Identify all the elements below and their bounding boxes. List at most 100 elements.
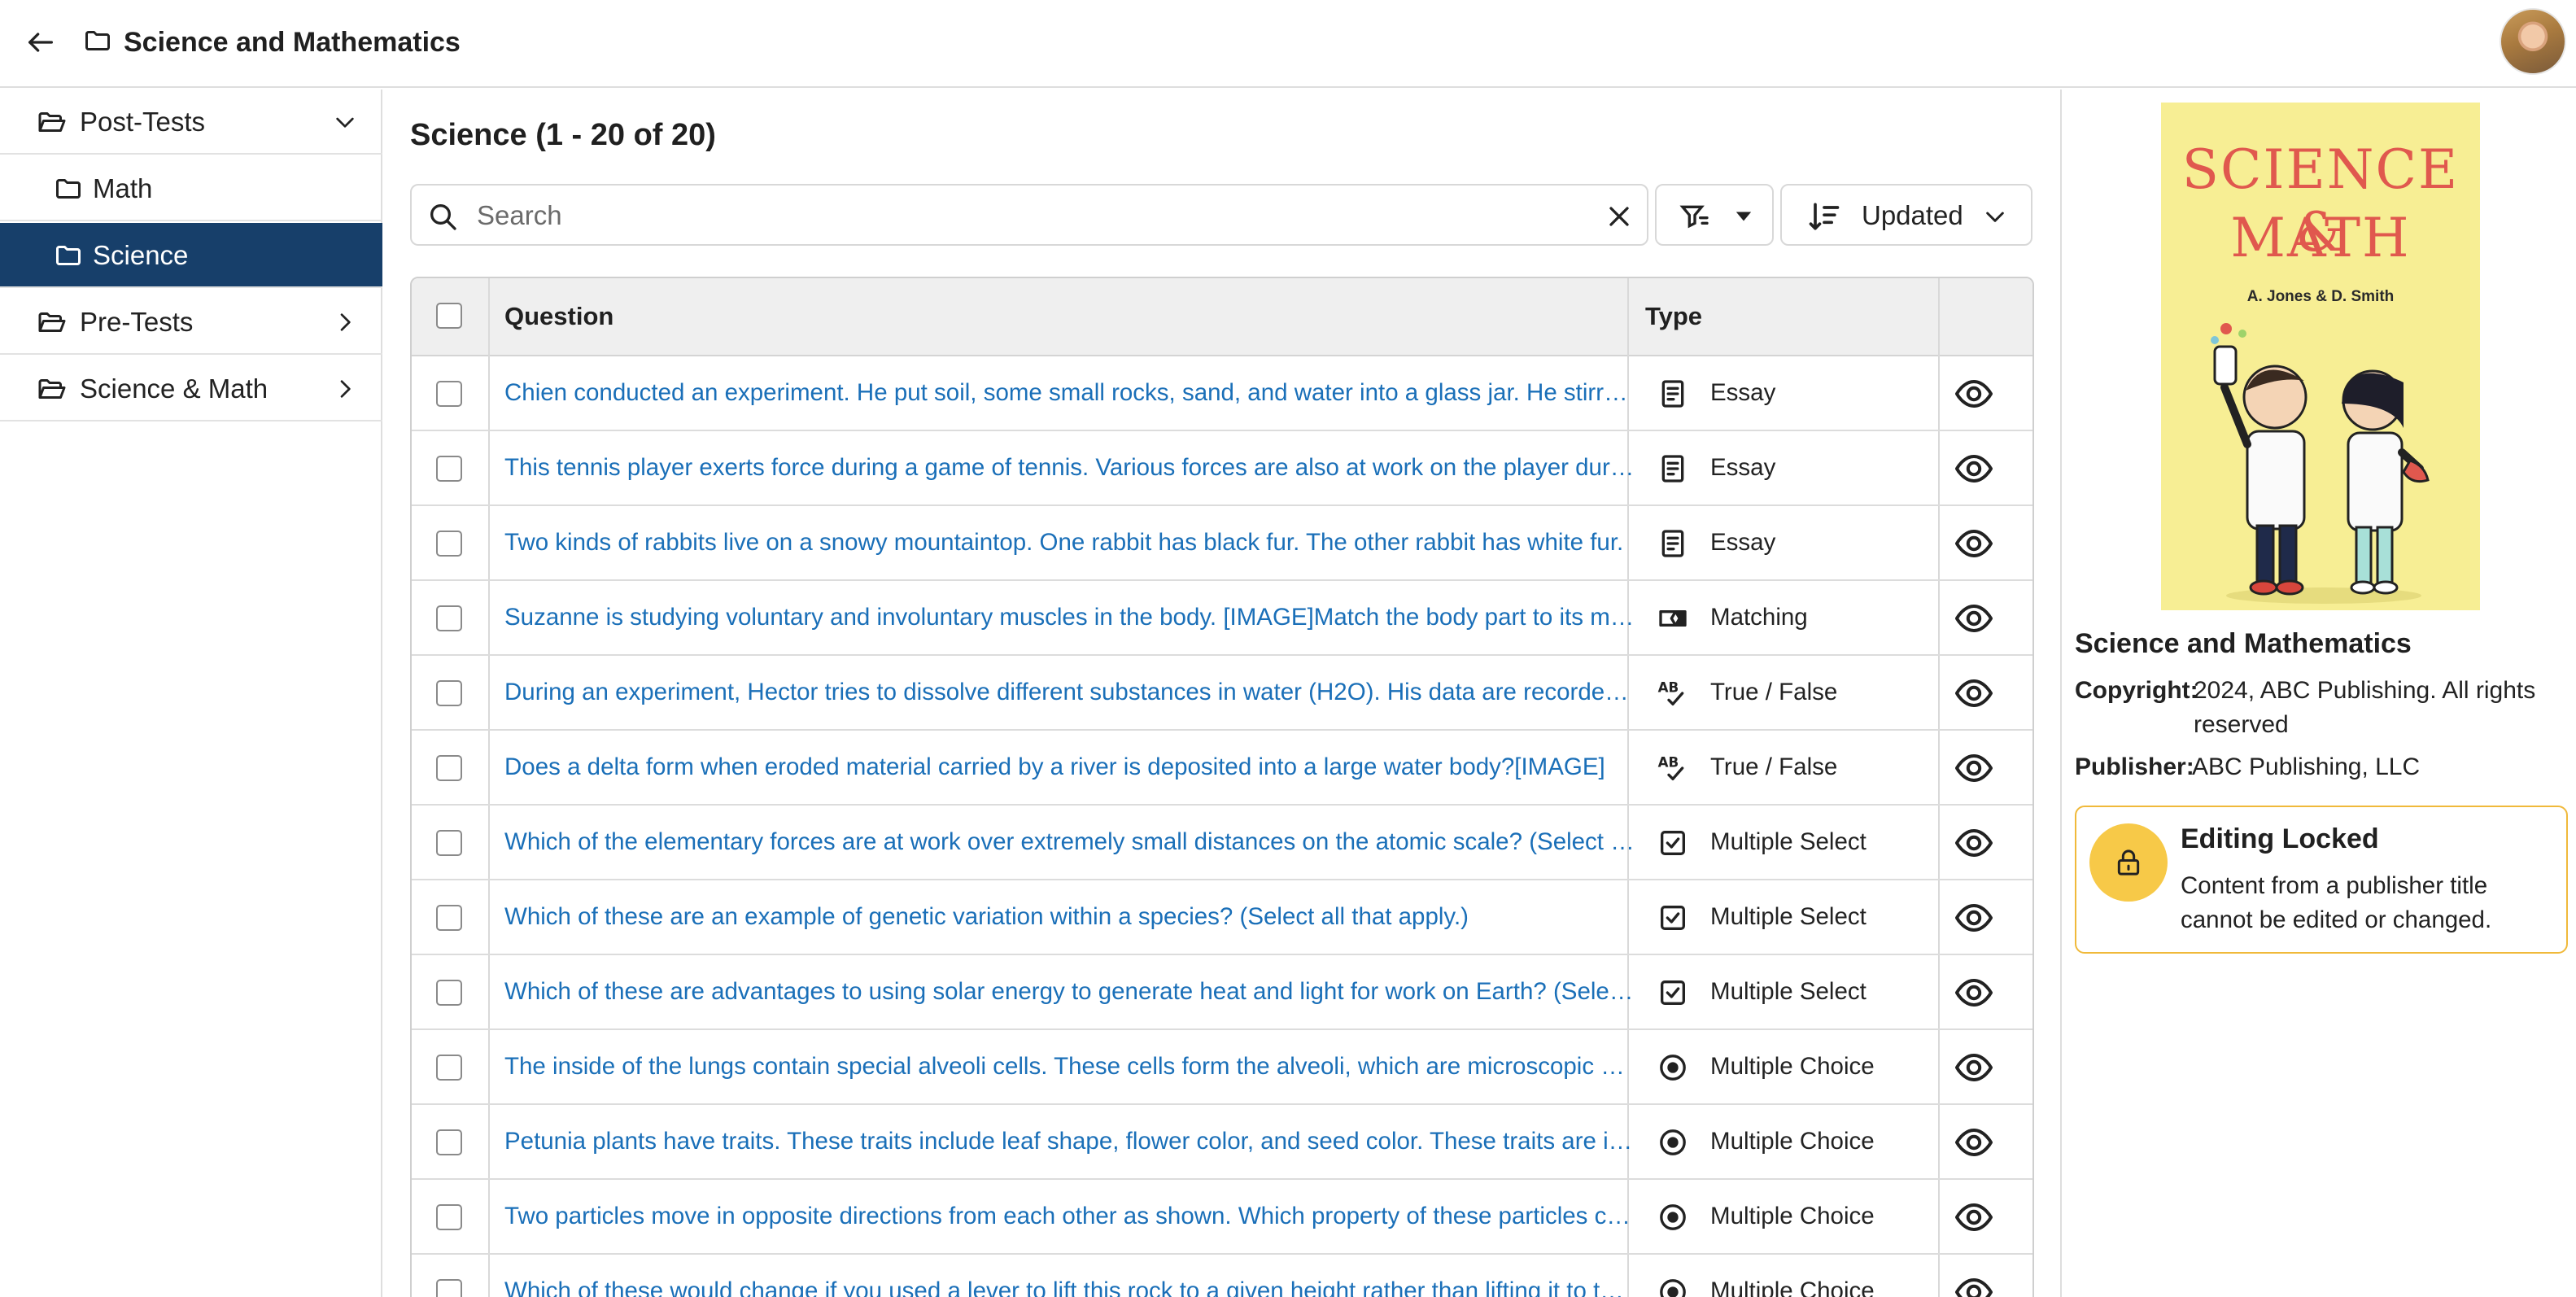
preview-eye-icon[interactable]	[1954, 1125, 1993, 1160]
table-row[interactable]: Two kinds of rabbits live on a snowy mou…	[412, 506, 2032, 581]
question-type: Essay	[1710, 379, 1776, 406]
table-row[interactable]: Chien conducted an experiment. He put so…	[412, 356, 2032, 431]
table-row[interactable]: During an experiment, Hector tries to di…	[412, 656, 2032, 731]
question-link[interactable]: Petunia plants have traits. These traits…	[504, 1121, 1635, 1162]
preview-eye-icon[interactable]	[1954, 750, 1993, 786]
table-row[interactable]: The inside of the lungs contain special …	[412, 1030, 2032, 1105]
question-link[interactable]: This tennis player exerts force during a…	[504, 448, 1635, 488]
svg-text:AB: AB	[1658, 754, 1679, 770]
question-link[interactable]: The inside of the lungs contain special …	[504, 1046, 1635, 1087]
preview-eye-icon[interactable]	[1954, 975, 1993, 1011]
question-link[interactable]: Chien conducted an experiment. He put so…	[504, 373, 1635, 413]
question-type: True / False	[1710, 753, 1838, 780]
question-link[interactable]: Does a delta form when eroded material c…	[504, 747, 1635, 788]
row-checkbox[interactable]	[436, 531, 462, 557]
back-button[interactable]	[20, 21, 62, 63]
row-checkbox[interactable]	[436, 905, 462, 931]
row-checkbox[interactable]	[436, 755, 462, 781]
arrow-left-icon	[28, 33, 53, 52]
table-row[interactable]: Two particles move in opposite direction…	[412, 1180, 2032, 1255]
close-icon[interactable]	[1603, 200, 1635, 233]
question-type: Multiple Choice	[1710, 1277, 1875, 1297]
preview-eye-icon[interactable]	[1954, 1199, 1993, 1235]
folder-open-icon	[38, 312, 66, 332]
select-all-checkbox[interactable]	[436, 303, 462, 329]
table-row[interactable]: Suzanne is studying voluntary and involu…	[412, 581, 2032, 656]
column-header-type: Type	[1645, 302, 1703, 330]
chevron-right-icon[interactable]	[332, 309, 358, 335]
sort-button[interactable]: Updated	[1780, 184, 2032, 246]
table-row[interactable]: Petunia plants have traits. These traits…	[412, 1105, 2032, 1180]
matching-icon	[1657, 602, 1689, 635]
question-type: Essay	[1710, 454, 1776, 481]
row-checkbox[interactable]	[436, 680, 462, 706]
question-link[interactable]: Suzanne is studying voluntary and involu…	[504, 597, 1635, 638]
row-checkbox[interactable]	[436, 1129, 462, 1155]
sidebar-item-post-tests[interactable]: Post-Tests	[0, 90, 382, 155]
column-header-question: Question	[504, 302, 614, 330]
table-row[interactable]: Which of these are an example of genetic…	[412, 880, 2032, 955]
page-title: Science and Mathematics	[124, 27, 461, 58]
cover-title-line-2: MATH	[2230, 207, 2411, 269]
table-row[interactable]: Which of these are advantages to using s…	[412, 955, 2032, 1030]
question-type: Multiple Choice	[1710, 1053, 1875, 1080]
publisher-value: ABC Publishing, LLC	[2192, 753, 2421, 780]
true-false-icon: AB	[1657, 752, 1689, 784]
question-link[interactable]: During an experiment, Hector tries to di…	[504, 672, 1635, 713]
row-checkbox[interactable]	[436, 1279, 462, 1297]
question-link[interactable]: Which of the elementary forces are at wo…	[504, 822, 1635, 862]
sidebar-item-math[interactable]: Math	[0, 156, 382, 221]
copyright-label: Copyright:	[2075, 677, 2198, 704]
preview-eye-icon[interactable]	[1954, 451, 1993, 487]
multiple-choice-icon	[1657, 1051, 1689, 1084]
table-row[interactable]: Which of the elementary forces are at wo…	[412, 806, 2032, 880]
sidebar-item-science[interactable]: Science	[0, 223, 382, 288]
search-icon	[430, 204, 456, 230]
row-checkbox[interactable]	[436, 456, 462, 482]
preview-eye-icon[interactable]	[1954, 825, 1993, 861]
caret-down-icon	[1736, 212, 1752, 221]
sidebar-item-science-math[interactable]: Science & Math	[0, 356, 382, 421]
essay-icon	[1657, 452, 1689, 485]
top-bar: Science and Mathematics	[0, 0, 2576, 88]
preview-eye-icon[interactable]	[1954, 526, 1993, 561]
preview-eye-icon[interactable]	[1954, 675, 1993, 711]
question-link[interactable]: Which of these would change if you used …	[504, 1271, 1635, 1297]
question-type: Multiple Choice	[1710, 1203, 1875, 1229]
question-link[interactable]: Two particles move in opposite direction…	[504, 1196, 1635, 1237]
row-checkbox[interactable]	[436, 830, 462, 856]
svg-text:AB: AB	[1658, 679, 1679, 695]
lock-icon	[2117, 849, 2140, 876]
multiple-select-icon	[1657, 827, 1689, 859]
copyright-row: Copyright: 2024, ABC Publishing. All rig…	[2075, 674, 2535, 738]
row-checkbox[interactable]	[436, 980, 462, 1006]
search-input[interactable]	[477, 194, 1583, 238]
row-checkbox[interactable]	[436, 1055, 462, 1081]
avatar[interactable]	[2500, 8, 2566, 75]
sidebar-item-label: Math	[93, 173, 153, 203]
question-type: Multiple Select	[1710, 828, 1867, 855]
true-false-icon: AB	[1657, 677, 1689, 710]
row-checkbox[interactable]	[436, 605, 462, 631]
table-row[interactable]: Does a delta form when eroded material c…	[412, 731, 2032, 806]
preview-eye-icon[interactable]	[1954, 1274, 1993, 1297]
row-checkbox[interactable]	[436, 1204, 462, 1230]
chevron-down-icon[interactable]	[332, 109, 358, 135]
table-row[interactable]: This tennis player exerts force during a…	[412, 431, 2032, 506]
preview-eye-icon[interactable]	[1954, 376, 1993, 412]
preview-eye-icon[interactable]	[1954, 900, 1993, 936]
preview-eye-icon[interactable]	[1954, 1050, 1993, 1085]
book-title: Science and Mathematics	[2075, 628, 2412, 659]
chevron-right-icon[interactable]	[332, 376, 358, 402]
row-checkbox[interactable]	[436, 381, 462, 407]
sidebar-item-pre-tests[interactable]: Pre-Tests	[0, 290, 382, 355]
table-row[interactable]: Which of these would change if you used …	[412, 1255, 2032, 1297]
question-link[interactable]: Which of these are advantages to using s…	[504, 972, 1635, 1012]
preview-eye-icon[interactable]	[1954, 600, 1993, 636]
question-link[interactable]: Which of these are an example of genetic…	[504, 897, 1635, 937]
question-link[interactable]: Two kinds of rabbits live on a snowy mou…	[504, 522, 1635, 563]
filter-button[interactable]	[1655, 184, 1774, 246]
questions-table: Question Type Chien conducted an experim…	[410, 277, 2034, 1297]
folder-icon	[56, 246, 81, 265]
essay-icon	[1657, 378, 1689, 410]
